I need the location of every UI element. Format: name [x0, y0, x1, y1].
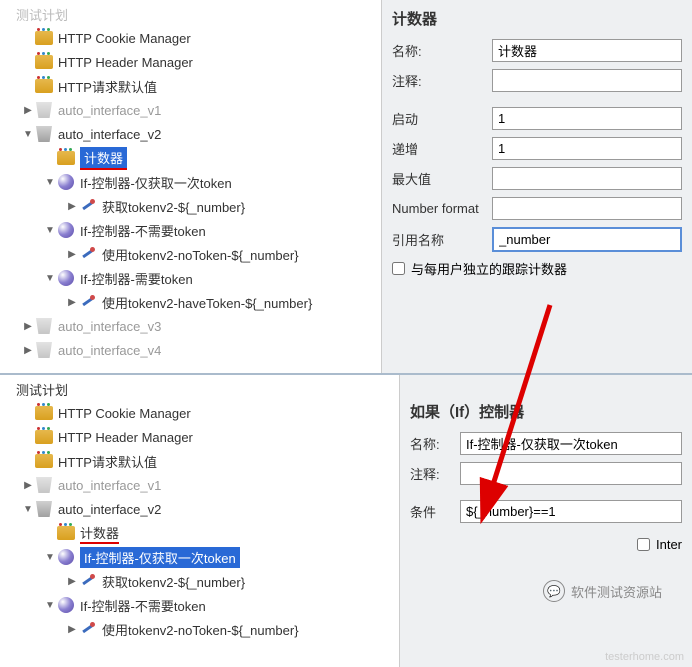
if-panel-title: 如果（If）控制器: [410, 401, 682, 422]
wechat-attribution: 💬 软件测试资源站: [543, 580, 662, 602]
comment-label: 注释:: [392, 71, 492, 90]
numfmt-label: Number format: [392, 201, 492, 216]
tree-auto-v4[interactable]: ▶auto_interface_v4: [0, 338, 381, 362]
refname-input[interactable]: [492, 227, 682, 252]
tree-auto-v3[interactable]: ▶auto_interface_v3: [0, 314, 381, 338]
tree-b-if-once-selected[interactable]: ▼If-控制器-仅获取一次token: [0, 545, 399, 569]
tree-http-header[interactable]: HTTP Header Manager: [0, 50, 381, 74]
tree-get-token[interactable]: ▶获取tokenv2-${_number}: [0, 194, 381, 218]
if-comment-label: 注释:: [410, 464, 460, 483]
max-input[interactable]: [492, 167, 682, 190]
cond-label: 条件: [410, 502, 460, 521]
name-label: 名称:: [392, 41, 492, 60]
incr-label: 递增: [392, 139, 492, 158]
tree-plan[interactable]: 测试计划: [0, 377, 399, 401]
peruser-label: 与每用户独立的跟踪计数器: [411, 259, 567, 278]
numfmt-input[interactable]: [492, 197, 682, 220]
tree-panel-bottom: 测试计划 HTTP Cookie Manager HTTP Header Man…: [0, 375, 400, 667]
name-input[interactable]: [492, 39, 682, 62]
cond-input[interactable]: [460, 500, 682, 523]
tree-http-default[interactable]: HTTP请求默认值: [0, 74, 381, 98]
tree-panel-top: 测试计划 HTTP Cookie Manager HTTP Header Man…: [0, 0, 382, 373]
tree-b-header[interactable]: HTTP Header Manager: [0, 425, 399, 449]
tree-b-counter[interactable]: 计数器: [0, 521, 399, 545]
tree-b-auto-v1[interactable]: ▶auto_interface_v1: [0, 473, 399, 497]
tree-b-use-no[interactable]: ▶使用tokenv2-noToken-${_number}: [0, 617, 399, 641]
tree-root-partial: 测试计划: [0, 2, 381, 26]
tree-if-need[interactable]: ▼If-控制器-需要token: [0, 266, 381, 290]
if-props-panel: 如果（If）控制器 名称: 注释: 条件 Inter: [400, 375, 692, 667]
tree-if-no[interactable]: ▼If-控制器-不需要token: [0, 218, 381, 242]
refname-label: 引用名称: [392, 230, 492, 249]
watermark: testerhome.com: [605, 651, 684, 663]
peruser-checkbox[interactable]: [392, 262, 405, 275]
tree-http-cookie[interactable]: HTTP Cookie Manager: [0, 26, 381, 50]
comment-input[interactable]: [492, 69, 682, 92]
if-name-label: 名称:: [410, 434, 460, 453]
incr-input[interactable]: [492, 137, 682, 160]
tree-b-if-no[interactable]: ▼If-控制器-不需要token: [0, 593, 399, 617]
tree-counter-selected[interactable]: 计数器: [0, 146, 381, 170]
counter-panel-title: 计数器: [392, 8, 682, 29]
tree-auto-v1[interactable]: ▶auto_interface_v1: [0, 98, 381, 122]
tree-b-get-token[interactable]: ▶获取tokenv2-${_number}: [0, 569, 399, 593]
inter-checkbox[interactable]: [637, 538, 650, 551]
tree-auto-v2[interactable]: ▼auto_interface_v2: [0, 122, 381, 146]
counter-props-panel: 计数器 名称: 注释: 启动 递增 最大值 Number format 引用名称…: [382, 0, 692, 373]
wechat-icon: 💬: [543, 580, 565, 602]
tree-b-auto-v2[interactable]: ▼auto_interface_v2: [0, 497, 399, 521]
start-label: 启动: [392, 109, 492, 128]
if-comment-input[interactable]: [460, 462, 682, 485]
tree-if-once[interactable]: ▼If-控制器-仅获取一次token: [0, 170, 381, 194]
start-input[interactable]: [492, 107, 682, 130]
if-name-input[interactable]: [460, 432, 682, 455]
tree-use-no[interactable]: ▶使用tokenv2-noToken-${_number}: [0, 242, 381, 266]
tree-use-have[interactable]: ▶使用tokenv2-haveToken-${_number}: [0, 290, 381, 314]
max-label: 最大值: [392, 169, 492, 188]
inter-label: Inter: [656, 537, 682, 552]
tree-b-default[interactable]: HTTP请求默认值: [0, 449, 399, 473]
tree-b-cookie[interactable]: HTTP Cookie Manager: [0, 401, 399, 425]
